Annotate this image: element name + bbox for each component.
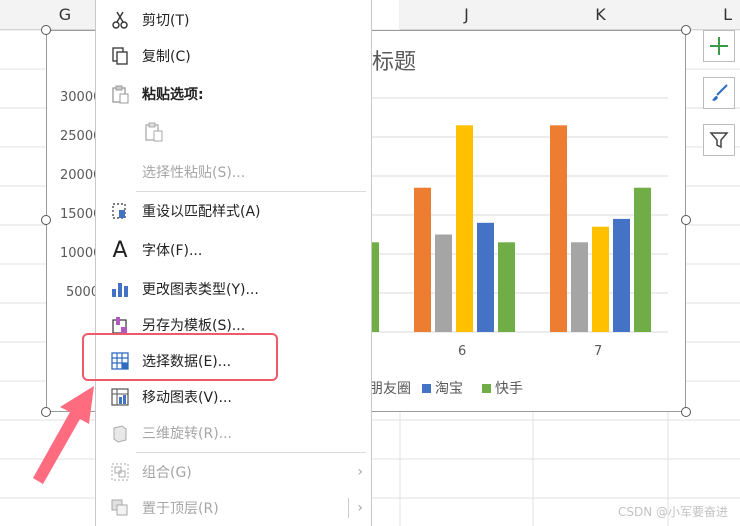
font-icon: A (112, 237, 128, 263)
chart-title[interactable]: 标题 (372, 44, 416, 76)
brush-icon (712, 84, 728, 101)
chart-styles-button[interactable] (703, 77, 735, 109)
scissors-icon (108, 8, 132, 32)
column-header-j[interactable]: J (400, 0, 533, 30)
column-header-l[interactable]: L (668, 0, 740, 30)
resize-handle[interactable] (681, 215, 691, 225)
x-category-label: 6 (458, 344, 467, 359)
rotate-3d-icon (108, 421, 132, 445)
column-header-k[interactable]: K (533, 0, 668, 30)
resize-handle[interactable] (681, 407, 691, 417)
menu-item-cut[interactable]: 剪切(T) (96, 2, 373, 38)
menu-item-reset-style[interactable]: 重设以匹配样式(A) (96, 193, 373, 229)
chart-elements-button[interactable] (703, 30, 735, 62)
resize-handle[interactable] (41, 25, 51, 35)
menu-item-group[interactable]: 组合(G) › (96, 454, 373, 490)
context-menu: 剪切(T) 复制(C) 粘贴选项: 选择性粘贴(S)... 重设以匹配样式(A)… (95, 0, 372, 526)
menu-item-copy[interactable]: 复制(C) (96, 38, 373, 74)
legend-label: 快手 (495, 381, 523, 397)
menu-item-rotate-3d[interactable]: 三维旋转(R)... (96, 415, 373, 451)
legend-swatch (482, 383, 491, 393)
paste-options-header: 粘贴选项: (96, 76, 373, 112)
resize-handle[interactable] (41, 407, 51, 417)
clipboard-icon (142, 120, 166, 144)
submenu-chevron-icon: › (357, 464, 363, 480)
reset-style-icon (108, 199, 132, 223)
split-divider (348, 498, 349, 518)
resize-handle[interactable] (41, 215, 51, 225)
chart-filters-button[interactable] (703, 124, 735, 156)
legend-entry[interactable]: 淘宝 (422, 378, 463, 398)
legend-entry[interactable]: 朋友圈 (369, 378, 411, 398)
plus-icon (710, 37, 728, 55)
legend-label: 淘宝 (435, 381, 463, 397)
menu-item-paste-special[interactable]: 选择性粘贴(S)... (96, 154, 373, 190)
legend-label: 朋友圈 (369, 381, 411, 397)
move-chart-icon (108, 385, 132, 409)
menu-separator (136, 191, 366, 192)
legend-swatch (422, 383, 431, 393)
highlight-annotation (82, 333, 278, 381)
copy-icon (108, 44, 132, 68)
legend-entry[interactable]: 快手 (482, 378, 523, 398)
menu-item-change-chart-type[interactable]: 更改图表类型(Y)... (96, 271, 373, 307)
bring-front-icon (108, 496, 132, 520)
chart-type-icon (108, 277, 132, 301)
resize-handle[interactable] (681, 25, 691, 35)
menu-separator (136, 452, 366, 453)
paste-option-button[interactable] (96, 114, 373, 150)
menu-item-font[interactable]: A 字体(F)... (96, 232, 373, 268)
submenu-chevron-icon: › (357, 500, 363, 516)
x-category-label: 7 (594, 344, 603, 359)
menu-item-bring-front[interactable]: 置于顶层(R) › (96, 490, 373, 526)
watermark: CSDN @小军要奋进 (617, 505, 728, 519)
menu-item-move-chart[interactable]: 移动图表(V)... (96, 379, 373, 415)
filter-icon (709, 132, 729, 149)
group-icon (108, 460, 132, 484)
paste-icon (108, 82, 132, 106)
